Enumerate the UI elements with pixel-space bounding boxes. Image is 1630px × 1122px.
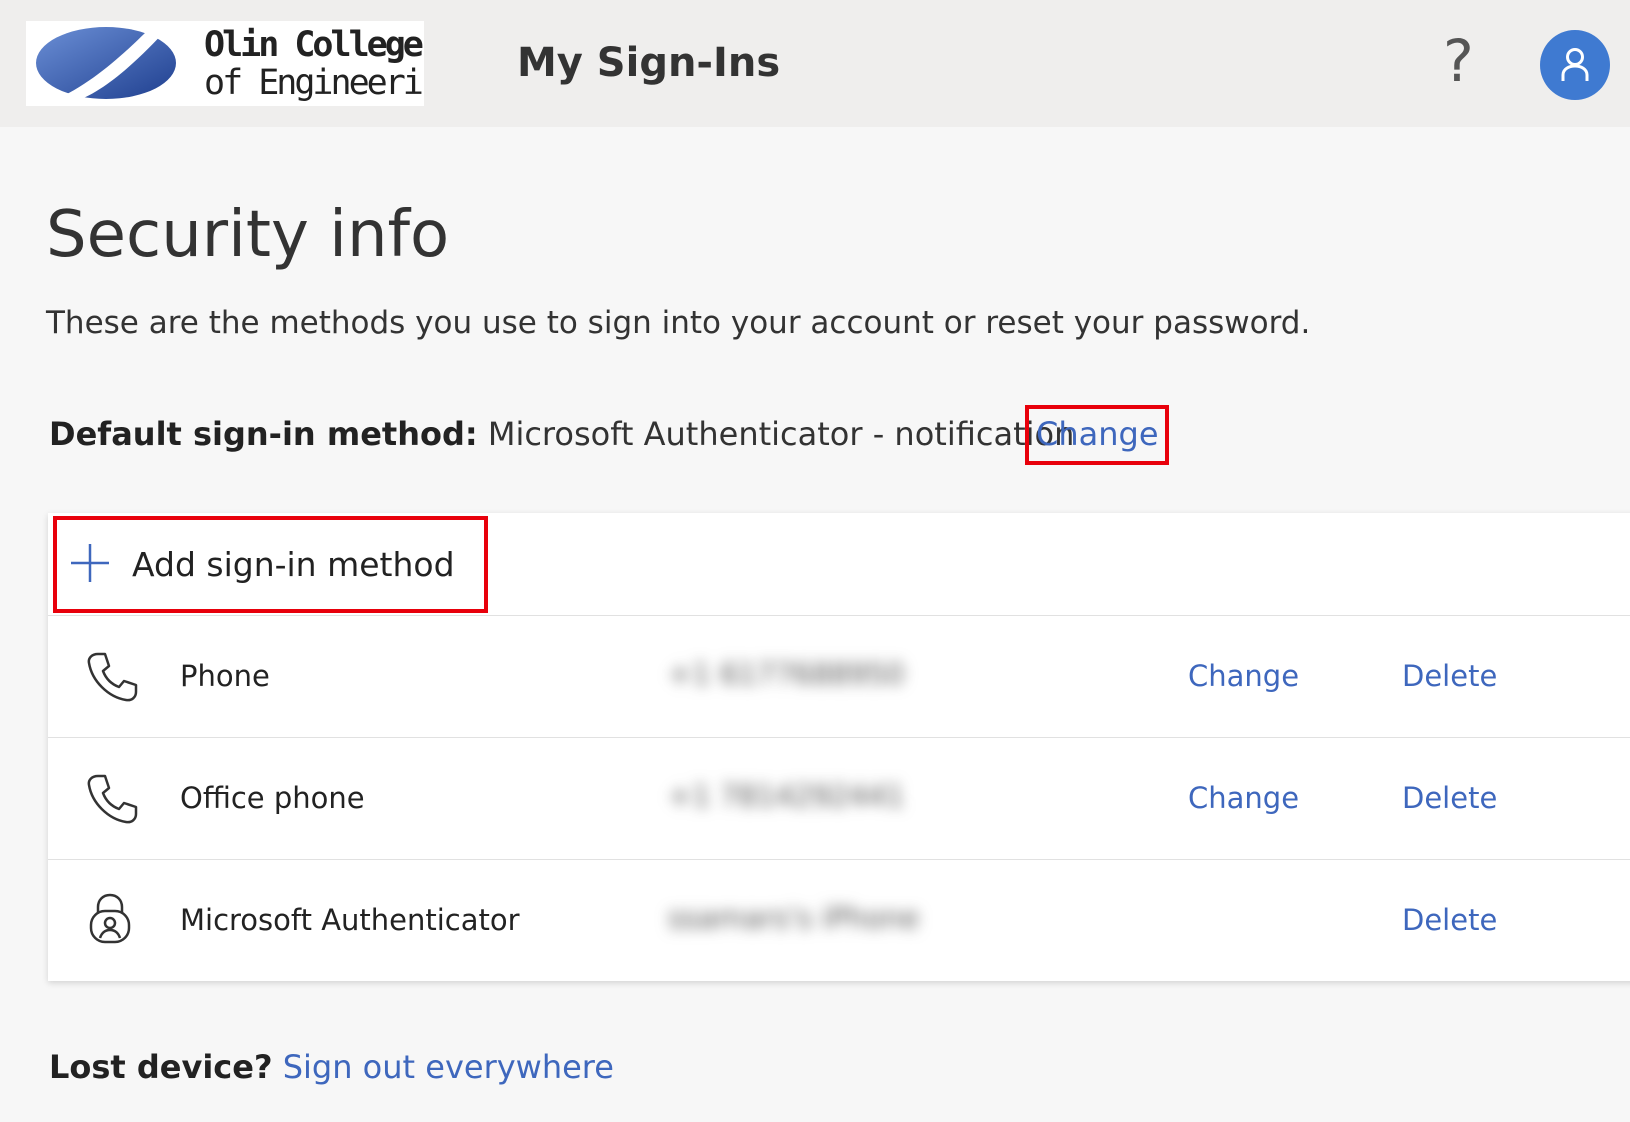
lost-device-label: Lost device? [49, 1048, 273, 1086]
add-method-row[interactable]: Add sign-in method [48, 513, 1630, 616]
delete-office-phone-link[interactable]: Delete [1402, 781, 1497, 815]
help-icon[interactable]: ? [1443, 32, 1474, 90]
app-title: My Sign-Ins [517, 40, 781, 86]
method-detail-blurred: ssamars's iPhone [668, 901, 920, 935]
change-phone-link[interactable]: Change [1188, 659, 1299, 693]
add-sign-in-method-button[interactable]: Add sign-in method [132, 545, 455, 584]
method-name: Office phone [180, 781, 365, 815]
olin-logo-mark-icon [36, 26, 176, 102]
method-row-phone: Phone +1 6177688950 Change Delete [48, 615, 1630, 738]
method-name: Phone [180, 659, 270, 693]
phone-icon [87, 774, 138, 824]
change-office-phone-link[interactable]: Change [1188, 781, 1299, 815]
olin-college-logo[interactable]: Olin College of Engineering [26, 21, 424, 106]
top-bar: Olin College of Engineering My Sign-Ins … [0, 0, 1630, 127]
delete-phone-link[interactable]: Delete [1402, 659, 1497, 693]
change-default-method-link[interactable]: Change [1036, 415, 1159, 453]
page-title: Security info [46, 198, 450, 272]
lost-device-line: Lost device? Sign out everywhere [49, 1048, 614, 1086]
default-sign-in-method: Default sign-in method: Microsoft Authen… [49, 415, 1074, 453]
method-row-authenticator: Microsoft Authenticator ssamars's iPhone… [48, 859, 1630, 981]
sign-out-everywhere-link[interactable]: Sign out everywhere [283, 1048, 614, 1086]
default-method-label: Default sign-in method: [49, 415, 478, 453]
method-row-office-phone: Office phone +1 7814292441 Change Delete [48, 737, 1630, 860]
method-name: Microsoft Authenticator [180, 903, 520, 937]
method-detail-blurred: +1 6177688950 [668, 657, 905, 691]
default-method-value: Microsoft Authenticator - notification [487, 415, 1075, 453]
page-description: These are the methods you use to sign in… [46, 305, 1311, 341]
delete-authenticator-link[interactable]: Delete [1402, 903, 1497, 937]
method-detail-blurred: +1 7814292441 [668, 779, 905, 813]
logo-text-line1: Olin College [204, 25, 424, 65]
plus-icon [71, 544, 109, 582]
phone-icon [87, 652, 138, 702]
account-avatar-button[interactable] [1540, 30, 1610, 100]
user-icon [1561, 48, 1589, 81]
methods-card: Add sign-in method Phone +1 6177688950 C… [48, 513, 1630, 981]
logo-text-line2: of Engineering [204, 63, 424, 103]
authenticator-icon [89, 893, 131, 944]
